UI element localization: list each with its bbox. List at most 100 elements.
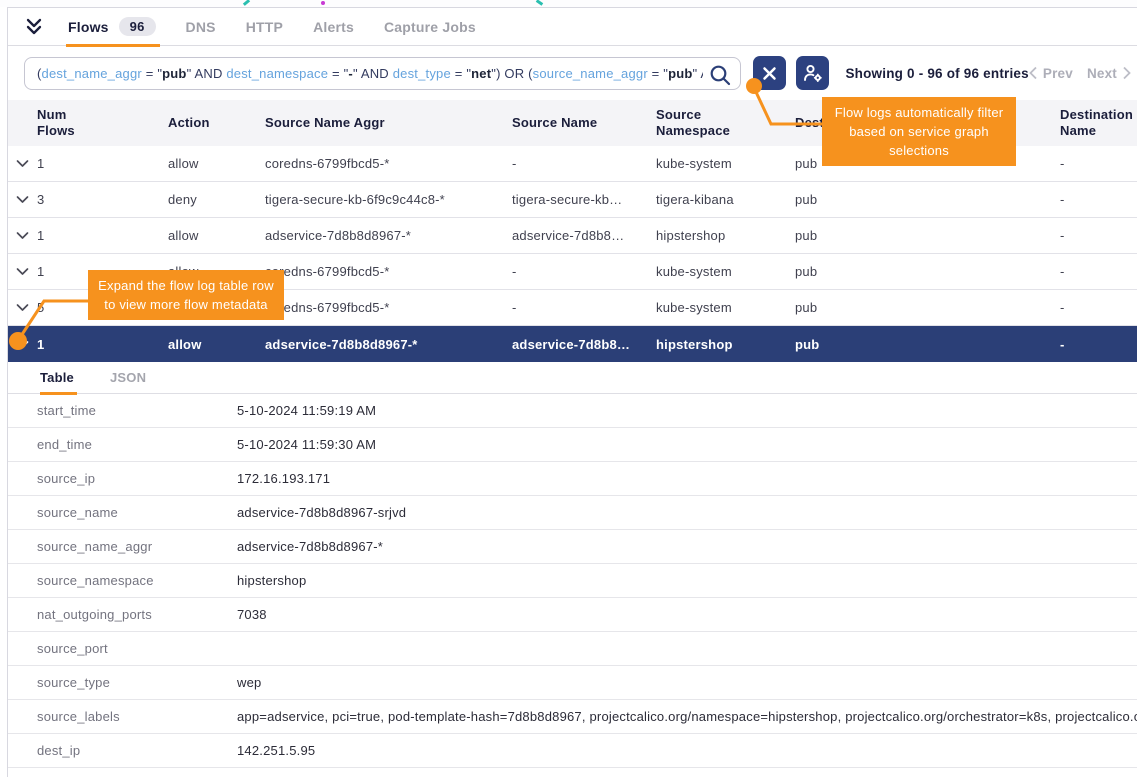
cell-source-namespace: kube-system [656, 264, 795, 279]
cell-num-flows: 3 [37, 192, 168, 207]
user-settings-button[interactable] [796, 56, 829, 90]
column-header-destination-name[interactable]: Destination Name [1060, 107, 1137, 140]
cell-source-name-aggr: coredns-6799fbcd5-* [265, 300, 512, 315]
flow-row[interactable]: 1allowadservice-7d8b8d8967-*adservice-7d… [8, 218, 1137, 254]
clear-filter-button[interactable] [753, 56, 786, 90]
row-expand-chevron-icon[interactable] [8, 159, 37, 168]
cell-source-name-aggr: coredns-6799fbcd5-* [265, 156, 512, 171]
annotation-expand-tooltip: Expand the flow log table row to view mo… [88, 270, 284, 320]
cell-action: allow [168, 228, 265, 243]
cell-destination-name: - [1060, 156, 1137, 171]
service-graph-edge-sliver [0, 0, 1137, 7]
detail-row: source_namespacehipstershop [8, 564, 1137, 598]
cell-action: allow [168, 337, 265, 352]
tab-capture-jobs[interactable]: Capture Jobs [384, 8, 476, 46]
row-expand-chevron-icon[interactable] [8, 267, 37, 276]
user-gear-icon [802, 63, 823, 83]
detail-tab-json[interactable]: JSON [110, 362, 146, 394]
column-header-action[interactable]: Action [168, 115, 265, 131]
next-button[interactable]: Next [1087, 66, 1131, 81]
query-segment-op: = " [648, 66, 668, 81]
cell-source-name: tigera-secure-kb… [512, 192, 656, 207]
chevron-left-icon [1029, 66, 1038, 80]
cell-source-namespace: hipstershop [656, 228, 795, 243]
detail-value: adservice-7d8b8d8967-srjvd [237, 505, 1137, 520]
detail-row: start_time5-10-2024 11:59:19 AM [8, 394, 1137, 428]
detail-value: 142.251.5.95 [237, 743, 1137, 758]
graph-edge-fragment [243, 0, 250, 6]
column-header-source-name-aggr[interactable]: Source Name Aggr [265, 115, 512, 131]
row-expand-chevron-icon[interactable] [8, 340, 37, 349]
query-segment-op: = " [142, 66, 162, 81]
cell-source-name: - [512, 300, 656, 315]
row-expand-chevron-icon[interactable] [8, 303, 37, 312]
double-chevron-down-icon[interactable] [22, 15, 48, 39]
detail-tab-table[interactable]: Table [40, 362, 74, 394]
tab-http[interactable]: HTTP [246, 8, 283, 46]
detail-key: source_labels [37, 709, 237, 724]
filter-query-input[interactable]: (dest_name_aggr = "pub" AND dest_namespa… [24, 57, 741, 90]
cell-source-name: - [512, 264, 656, 279]
query-segment-field: dest_namespace [226, 66, 328, 81]
cell-destination-name: - [1060, 300, 1137, 315]
cell-dest-name-aggr: pub [795, 192, 1060, 207]
column-header-source-namespace[interactable]: Source Namespace [656, 107, 795, 140]
detail-row: source_nameadservice-7d8b8d8967-srjvd [8, 496, 1137, 530]
detail-row: source_typewep [8, 666, 1137, 700]
query-segment-field: source_name_aggr [533, 66, 648, 81]
query-segment-value: pub [162, 66, 186, 81]
cell-num-flows: 1 [37, 337, 168, 352]
cell-dest-name-aggr: pub [795, 300, 1060, 315]
detail-key: source_name_aggr [37, 539, 237, 554]
filter-toolbar: (dest_name_aggr = "pub" AND dest_namespa… [8, 46, 1137, 100]
cell-num-flows: 1 [37, 156, 168, 171]
detail-row: source_name_aggradservice-7d8b8d8967-* [8, 530, 1137, 564]
detail-key: source_type [37, 675, 237, 690]
flow-row[interactable]: 3denytigera-secure-kb-6f9c9c44c8-*tigera… [8, 182, 1137, 218]
detail-value: 7038 [237, 607, 1137, 622]
tab-alerts[interactable]: Alerts [313, 8, 354, 46]
row-expand-chevron-icon[interactable] [8, 195, 37, 204]
row-expand-chevron-icon[interactable] [8, 231, 37, 240]
graph-edge-fragment [536, 0, 543, 6]
cell-source-name: - [512, 156, 656, 171]
tab-flows-label: Flows [68, 19, 109, 35]
query-segment-op: = " [328, 66, 348, 81]
tab-dns[interactable]: DNS [186, 8, 216, 46]
detail-value: hipstershop [237, 573, 1137, 588]
detail-row: dest_ip142.251.5.95 [8, 734, 1137, 768]
detail-key: source_ip [37, 471, 237, 486]
query-segment-op: = " [451, 66, 471, 81]
query-segment-value: net [471, 66, 491, 81]
flow-detail-tabs: Table JSON [8, 362, 1137, 394]
flow-logs-page: { "tabs": { "items": [ { "label": "Flows… [0, 0, 1137, 777]
query-segment-op: ") OR ( [491, 66, 532, 81]
detail-row: source_labelsapp=adservice, pci=true, po… [8, 700, 1137, 734]
detail-key: nat_outgoing_ports [37, 607, 237, 622]
column-header-source-name[interactable]: Source Name [512, 115, 656, 131]
detail-key: source_port [37, 641, 237, 656]
cell-source-namespace: kube-system [656, 156, 795, 171]
cell-num-flows: 1 [37, 228, 168, 243]
detail-key: start_time [37, 403, 237, 418]
detail-row: source_port [8, 632, 1137, 666]
tab-flows[interactable]: Flows 96 [68, 8, 156, 46]
cell-source-name-aggr: adservice-7d8b8d8967-* [265, 228, 512, 243]
prev-button[interactable]: Prev [1029, 66, 1073, 81]
flow-row-selected[interactable]: 1allowadservice-7d8b8d8967-*adservice-7d… [8, 326, 1137, 362]
cell-dest-name-aggr: pub [795, 228, 1060, 243]
detail-key: source_name [37, 505, 237, 520]
detail-value: 172.16.193.171 [237, 471, 1137, 486]
search-icon[interactable] [703, 62, 734, 87]
column-header-num-flows[interactable]: Num Flows [37, 107, 168, 140]
query-segment-field: dest_type [393, 66, 451, 81]
graph-node-fragment [321, 1, 325, 5]
cell-source-name: adservice-7d8b8… [512, 228, 656, 243]
cell-source-namespace: hipstershop [656, 337, 795, 352]
detail-value: wep [237, 675, 1137, 690]
cell-source-name-aggr: adservice-7d8b8d8967-* [265, 337, 512, 352]
log-type-tabbar: Flows 96 DNS HTTP Alerts Capture Jobs [8, 8, 1137, 46]
cell-source-name-aggr: coredns-6799fbcd5-* [265, 264, 512, 279]
cell-dest-name-aggr: pub [795, 264, 1060, 279]
query-segment-op: " AND [353, 66, 393, 81]
